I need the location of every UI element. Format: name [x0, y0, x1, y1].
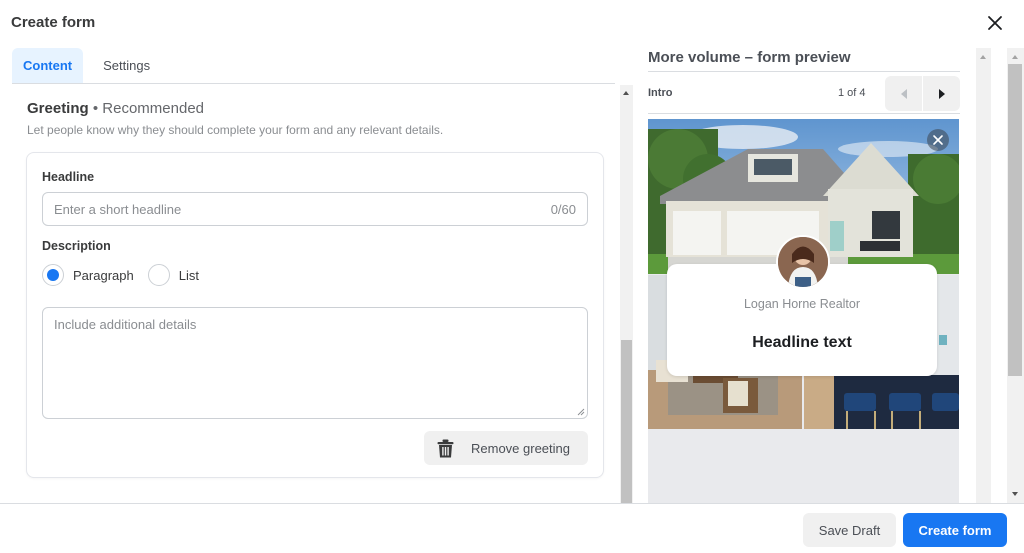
radio-list[interactable]: List	[147, 264, 199, 286]
create-form-button[interactable]: Create form	[903, 513, 1007, 547]
greeting-title: Greeting	[27, 100, 89, 117]
description-textarea[interactable]	[43, 308, 587, 418]
triangle-right-icon	[938, 88, 945, 99]
close-icon	[933, 135, 943, 145]
radio-paragraph[interactable]: Paragraph	[42, 264, 134, 286]
radio-unselected-icon[interactable]	[147, 264, 170, 286]
greeting-tag: Recommended	[102, 100, 204, 117]
triangle-left-icon	[900, 88, 907, 99]
dialog-footer: Save Draft Create form	[0, 503, 1024, 553]
save-draft-button[interactable]: Save Draft	[803, 513, 896, 547]
description-field[interactable]	[42, 307, 588, 419]
scrollbar-thumb[interactable]	[621, 340, 632, 503]
preview-title: More volume – form preview	[648, 49, 851, 66]
scroll-up-icon[interactable]	[623, 91, 629, 95]
avatar	[776, 235, 830, 289]
headline-char-counter: 0/60	[550, 202, 576, 217]
description-format-group: Paragraph List	[42, 264, 199, 286]
description-label: Description	[42, 239, 111, 253]
divider	[648, 71, 960, 72]
preview-scrollbar[interactable]	[976, 48, 991, 503]
scrollbar-thumb[interactable]	[1008, 64, 1022, 376]
headline-label: Headline	[42, 170, 95, 184]
headline-field[interactable]: 0/60	[42, 192, 588, 226]
close-icon	[988, 16, 1002, 30]
greeting-card: Headline 0/60 Description Paragraph List	[26, 152, 604, 478]
preview-close-button[interactable]	[927, 129, 949, 151]
content-pane: Greeting • Recommended Let people know w…	[12, 85, 620, 503]
preview-nav-bar: Intro 1 of 4	[648, 75, 960, 112]
page-scrollbar[interactable]	[1007, 48, 1024, 503]
remove-greeting-label: Remove greeting	[471, 440, 570, 456]
greeting-heading: Greeting • Recommended	[27, 100, 204, 117]
scroll-up-icon[interactable]	[1012, 55, 1018, 59]
remove-greeting-button[interactable]: Remove greeting	[424, 431, 588, 465]
radio-paragraph-label: Paragraph	[73, 267, 134, 283]
close-dialog-button[interactable]	[984, 12, 1006, 34]
preview-step-label: Intro	[648, 87, 673, 99]
preview-page-indicator: 1 of 4	[838, 87, 866, 99]
preview-next-button[interactable]	[923, 76, 960, 111]
radio-selected-icon[interactable]	[42, 264, 64, 286]
tab-bar: Content Settings	[12, 48, 615, 84]
trash-icon	[437, 439, 454, 457]
scroll-up-icon[interactable]	[980, 55, 986, 59]
greeting-subtitle: Let people know why they should complete…	[27, 123, 444, 137]
preview-headline: Headline text	[752, 334, 852, 351]
radio-list-label: List	[178, 267, 199, 283]
divider	[648, 113, 960, 114]
tab-content[interactable]: Content	[12, 48, 84, 83]
headline-input[interactable]	[43, 193, 523, 225]
dialog-title: Create form	[11, 14, 96, 31]
greeting-separator: •	[88, 100, 103, 117]
page-name: Logan Horne Realtor	[743, 297, 861, 311]
content-scrollbar[interactable]	[620, 85, 633, 503]
form-preview: Logan Horne Realtor Headline text	[648, 119, 959, 503]
resize-grip-icon[interactable]	[577, 408, 585, 416]
scroll-down-icon[interactable]	[1012, 492, 1018, 496]
preview-prev-button[interactable]	[885, 76, 922, 111]
tab-settings[interactable]: Settings	[92, 48, 161, 83]
